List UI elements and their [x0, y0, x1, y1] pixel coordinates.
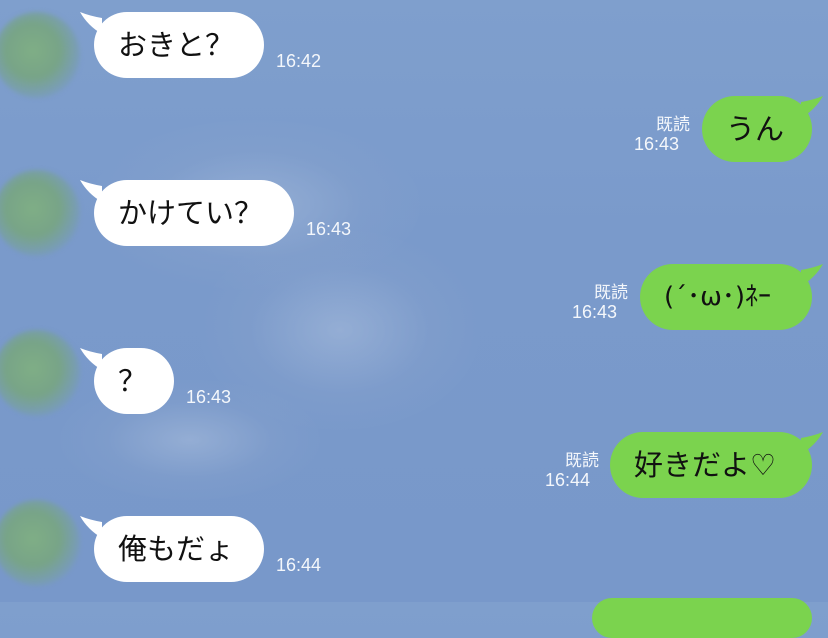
read-receipt: 既読 — [565, 451, 599, 471]
message-time: 16:42 — [276, 51, 322, 71]
message-bubble-partial[interactable] — [592, 598, 812, 638]
read-receipt: 既読 — [656, 115, 690, 135]
message-bubble[interactable]: 俺もだょ — [94, 516, 264, 582]
message-bubble[interactable]: ？ — [94, 348, 174, 414]
message-bubble[interactable]: かけてい？ — [94, 180, 294, 246]
avatar[interactable] — [0, 170, 80, 256]
message-time: 16:43 — [306, 219, 352, 239]
message-time: 16:44 — [545, 470, 591, 490]
message-time: 16:43 — [634, 134, 680, 154]
message-bubble[interactable]: うん — [702, 96, 812, 162]
avatar[interactable] — [0, 500, 80, 586]
message-time: 16:43 — [186, 387, 232, 407]
avatar[interactable] — [0, 12, 80, 98]
message-time: 16:43 — [572, 302, 618, 322]
message-bubble[interactable]: 好きだよ♡ — [610, 432, 812, 498]
message-time: 16:44 — [276, 555, 322, 575]
avatar[interactable] — [0, 330, 80, 416]
message-bubble[interactable]: おきと？ — [94, 12, 264, 78]
read-receipt: 既読 — [594, 283, 628, 303]
message-bubble[interactable]: (´･ω･)ﾈｰ — [640, 264, 812, 330]
